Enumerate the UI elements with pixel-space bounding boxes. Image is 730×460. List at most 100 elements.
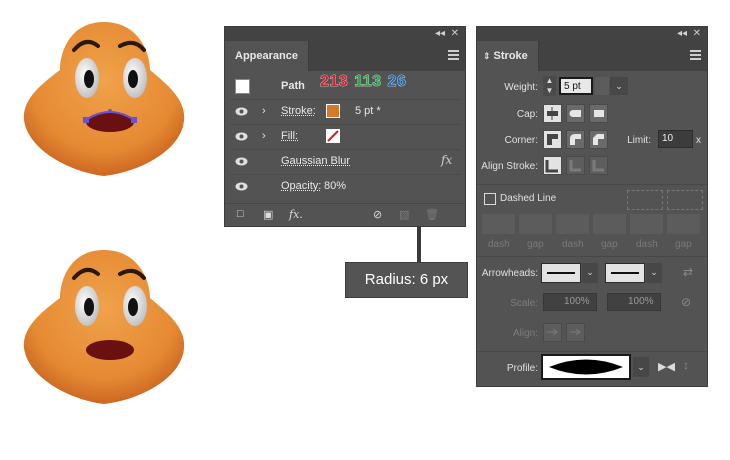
add-stroke-icon[interactable]: □ — [237, 208, 244, 220]
profile-label: Profile: — [506, 363, 538, 374]
add-effect-icon[interactable]: fx. — [289, 208, 303, 221]
chevron-right-icon[interactable]: › — [262, 105, 266, 117]
character-bottom — [23, 250, 185, 404]
end-arrowhead-select[interactable] — [605, 263, 645, 283]
link-scale-icon: ⊘ — [681, 295, 692, 309]
rgb-b: 26 — [387, 73, 407, 91]
gap-label: gap — [601, 239, 618, 250]
path-thumbnail — [235, 79, 250, 94]
preserve-dash-button — [627, 190, 663, 210]
place-arrow-tip-button — [566, 323, 585, 342]
bevel-join-button[interactable] — [589, 130, 608, 149]
eye-icon[interactable] — [235, 132, 248, 141]
trash-icon: 🗑 — [425, 209, 439, 221]
updown-icon: ⇕ — [483, 51, 491, 61]
path-label: Path — [281, 80, 305, 92]
align-arrows-label: Align: — [512, 328, 538, 339]
gaussian-blur-label[interactable]: Gaussian Blur — [281, 155, 350, 167]
limit-label: Limit: — [627, 135, 651, 146]
gap-label: gap — [675, 239, 692, 250]
row-path[interactable]: Path 213 113 26 — [225, 73, 465, 100]
row-gaussian-blur[interactable]: Gaussian Blur fx — [225, 150, 465, 175]
width-profile-shape — [549, 359, 623, 375]
gap-field-2 — [593, 214, 626, 234]
fx-icon[interactable]: fx — [441, 153, 452, 167]
weight-input[interactable]: 5 pt — [559, 77, 593, 95]
dash-field-2 — [556, 214, 589, 234]
stroke-swatch[interactable] — [326, 104, 340, 118]
dash-field-1 — [482, 214, 515, 234]
end-arrowhead-chevron-icon[interactable]: ⌄ — [646, 263, 662, 283]
opacity-label[interactable]: Opacity: — [281, 180, 321, 192]
start-scale-input: 100% — [543, 293, 597, 311]
flip-along-icon[interactable]: ▶◀ — [658, 360, 675, 373]
weight-unit-box — [595, 77, 609, 95]
profile-chevron-icon[interactable]: ⌄ — [633, 357, 649, 377]
flip-across-icon[interactable]: ↕ — [683, 358, 689, 372]
collapse-icon[interactable]: ◂◂ — [435, 27, 445, 41]
projecting-cap-button[interactable] — [589, 104, 608, 123]
close-icon[interactable]: ✕ — [451, 27, 459, 41]
extend-arrow-tip-button — [543, 323, 562, 342]
round-cap-button[interactable] — [566, 104, 585, 123]
gap-field-3 — [667, 214, 700, 234]
close-icon[interactable]: ✕ — [693, 27, 701, 41]
dashed-line-checkbox[interactable] — [484, 193, 496, 205]
stroke-label[interactable]: Stroke: — [281, 105, 316, 117]
panel-menu-icon[interactable] — [448, 50, 459, 60]
weight-label: Weight: — [504, 82, 538, 93]
panel-top-strip: ◂◂ ✕ — [225, 27, 465, 41]
appearance-tabbar: Appearance — [225, 41, 465, 71]
stroke-value: 5 pt * — [355, 105, 381, 117]
eye-icon[interactable] — [235, 182, 248, 191]
add-fill-icon[interactable]: ▣ — [263, 208, 273, 221]
stroke-panel: ◂◂ ✕ ⇕ Stroke Weight: ▲ ▼ 5 pt ⌄ Cap: Corn… — [477, 27, 707, 386]
align-outside-button — [589, 156, 608, 175]
weight-stepper[interactable]: ▲ ▼ — [543, 76, 556, 96]
eye-icon[interactable] — [235, 107, 248, 116]
weight-dropdown-chevron-icon[interactable]: ⌄ — [610, 77, 628, 95]
profile-select[interactable] — [541, 354, 631, 380]
row-stroke[interactable]: › Stroke: 5 pt * — [225, 100, 465, 125]
panel-top-strip: ◂◂ ✕ — [477, 27, 707, 41]
clear-appearance-icon[interactable]: ⊘ — [373, 208, 382, 221]
align-stroke-label: Align Stroke: — [481, 161, 538, 172]
row-fill[interactable]: › Fill: — [225, 125, 465, 150]
fill-none-swatch[interactable] — [326, 129, 340, 143]
gap-label: gap — [527, 239, 544, 250]
appearance-footer: □ ▣ fx. ⊘ ▧ 🗑 — [225, 203, 465, 226]
rgb-g: 113 — [354, 73, 382, 91]
row-opacity[interactable]: Opacity: 80% — [225, 175, 465, 200]
character-artwork — [23, 22, 185, 404]
character-top — [23, 22, 185, 176]
arrowheads-label: Arrowheads: — [481, 268, 538, 279]
align-center-button[interactable] — [543, 156, 562, 175]
fill-label[interactable]: Fill: — [281, 130, 298, 142]
end-scale-input: 100% — [607, 293, 661, 311]
round-join-button[interactable] — [566, 130, 585, 149]
align-inside-button — [566, 156, 585, 175]
limit-input[interactable]: 10 — [658, 130, 693, 148]
collapse-icon[interactable]: ◂◂ — [677, 27, 687, 41]
chevron-right-icon[interactable]: › — [262, 130, 266, 142]
dash-field-3 — [630, 214, 663, 234]
duplicate-item-icon: ▧ — [399, 209, 410, 221]
swap-arrowheads-icon[interactable]: ⇄ — [683, 265, 693, 279]
dash-label: dash — [636, 239, 658, 250]
dash-label: dash — [562, 239, 584, 250]
dash-label: dash — [488, 239, 510, 250]
eye-icon[interactable] — [235, 157, 248, 166]
stroke-tabbar: ⇕ Stroke — [477, 41, 707, 71]
tab-stroke[interactable]: ⇕ Stroke — [477, 41, 539, 71]
rgb-values: 213 113 26 — [320, 73, 412, 91]
cap-label: Cap: — [516, 109, 538, 120]
start-arrowhead-chevron-icon[interactable]: ⌄ — [582, 263, 598, 283]
miter-join-button[interactable] — [543, 130, 562, 149]
gap-field-1 — [519, 214, 552, 234]
panel-menu-icon[interactable] — [690, 50, 701, 60]
tab-appearance[interactable]: Appearance — [225, 41, 309, 71]
butt-cap-button[interactable] — [543, 104, 562, 123]
start-arrowhead-select[interactable] — [541, 263, 581, 283]
rgb-r: 213 — [320, 73, 349, 91]
corner-label: Corner: — [504, 135, 538, 146]
